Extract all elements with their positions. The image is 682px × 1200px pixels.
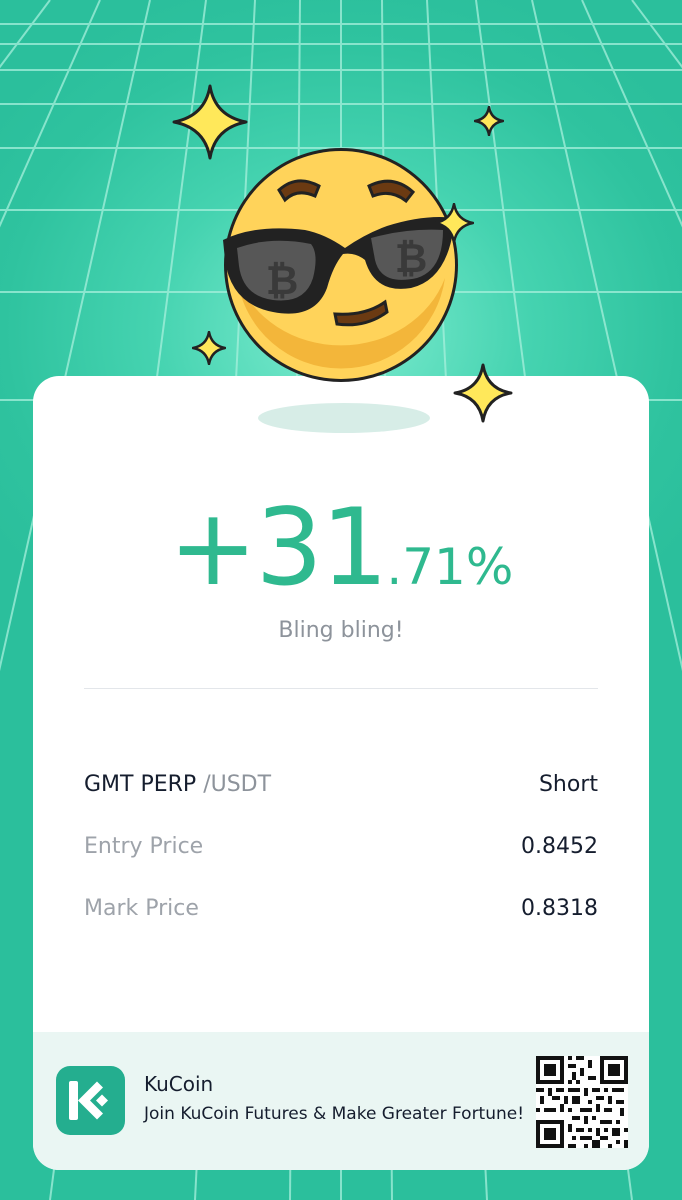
kucoin-logo-icon	[56, 1066, 125, 1135]
entry-price-label: Entry Price	[84, 833, 204, 859]
entry-price-value: 0.8452	[521, 833, 598, 859]
divider	[84, 688, 598, 689]
mark-price-row: Mark Price 0.8318	[84, 891, 598, 925]
bitcoin-icon: ₿	[266, 258, 299, 304]
pair-quote: /USDT	[203, 771, 272, 797]
sparkle-icon	[192, 331, 226, 365]
pnl-card: +31.71% Bling bling! GMT PERP /USDT Shor…	[33, 376, 649, 1170]
brand-name: KuCoin	[144, 1072, 214, 1096]
pnl-percent-decimal: .71%	[386, 538, 514, 596]
footer-banner: KuCoin Join KuCoin Futures & Make Greate…	[33, 1032, 649, 1170]
pair-base: GMT PERP	[84, 771, 204, 797]
pnl-caption: Bling bling!	[278, 618, 404, 643]
pnl-percent-integer: +31	[168, 486, 389, 609]
mark-price-label: Mark Price	[84, 895, 199, 921]
qr-code-icon	[536, 1056, 628, 1148]
entry-price-row: Entry Price 0.8452	[84, 829, 598, 863]
smiley-sunglasses-icon: ₿ ₿	[223, 148, 458, 382]
slogan: Join KuCoin Futures & Make Greater Fortu…	[144, 1104, 525, 1124]
sparkle-icon	[172, 84, 248, 160]
bitcoin-icon: ₿	[395, 236, 428, 282]
pair-name: GMT PERP /USDT	[84, 772, 271, 797]
position-side: Short	[538, 771, 598, 797]
pair-row: GMT PERP /USDT Short	[84, 767, 598, 801]
mark-price-value: 0.8318	[521, 895, 598, 921]
sparkle-icon	[453, 363, 513, 423]
sparkle-icon	[434, 203, 474, 243]
emoji-shadow	[258, 403, 430, 433]
pnl-percentage: +31.71%	[33, 486, 649, 609]
sparkle-icon	[474, 106, 504, 136]
